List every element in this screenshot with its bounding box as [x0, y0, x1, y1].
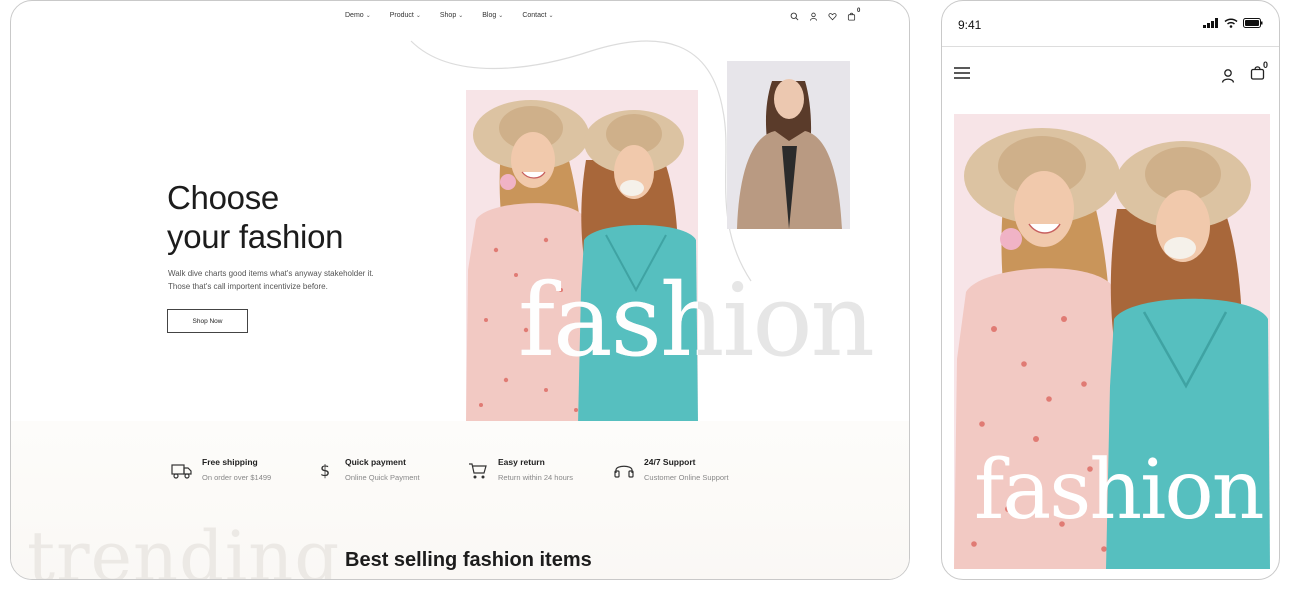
feature-subtitle: Online Quick Payment	[345, 473, 420, 482]
heart-icon[interactable]	[828, 12, 837, 21]
top-navigation: Demo ⌄ Product ⌄ Shop ⌄ Blog ⌄ Contact ⌄ 0	[11, 8, 909, 26]
feature-quick-payment: $ Quick payment Online Quick Payment	[314, 457, 420, 482]
model-coat-photo	[727, 61, 850, 229]
chevron-down-icon: ⌄	[365, 13, 371, 19]
mobile-overlay-word: fashion	[974, 443, 1265, 538]
signal-icon	[1203, 18, 1218, 28]
battery-icon	[1243, 18, 1263, 28]
cart-count-badge: 0	[857, 8, 861, 14]
cart-count-badge: 0	[1263, 60, 1269, 70]
chevron-down-icon: ⌄	[548, 13, 554, 19]
feature-title: 24/7 Support	[644, 457, 696, 467]
hero-title-line2: your fashion	[167, 218, 344, 255]
hamburger-menu-icon[interactable]	[954, 66, 970, 80]
feature-free-shipping: Free shipping On order over $1499	[171, 457, 271, 482]
hero-description-line2: Those that's call importent incentivize …	[168, 282, 328, 291]
feature-title: Free shipping	[202, 457, 258, 467]
truck-icon	[171, 464, 192, 479]
nav-item-contact[interactable]: Contact ⌄	[522, 12, 553, 19]
nav-item-blog[interactable]: Blog ⌄	[482, 12, 503, 19]
chevron-down-icon: ⌄	[415, 13, 421, 19]
cart-button[interactable]: 0	[847, 8, 860, 21]
hero-title-line1: Choose	[167, 179, 279, 216]
feature-easy-return: Easy return Return within 24 hours	[467, 457, 573, 482]
nav-item-demo[interactable]: Demo ⌄	[345, 12, 371, 19]
feature-title: Quick payment	[345, 457, 406, 467]
feature-support: 24/7 Support Customer Online Support	[613, 457, 729, 482]
wifi-icon	[1224, 18, 1238, 28]
svg-text:$: $	[320, 461, 330, 480]
mobile-preview: 9:41 0 fashion	[941, 0, 1280, 580]
best-selling-section-title: Best selling fashion items	[345, 549, 592, 571]
status-bar: 9:41	[942, 1, 1279, 47]
mobile-cart-button[interactable]: 0	[1250, 60, 1268, 85]
chevron-down-icon: ⌄	[458, 13, 464, 19]
search-icon[interactable]	[790, 12, 799, 21]
status-time: 9:41	[958, 18, 982, 32]
hero-overlay-word-clip: fashion	[518, 261, 698, 381]
hero-title: Choose your fashion	[167, 178, 343, 256]
nav-icon-group: 0	[790, 8, 860, 21]
user-icon[interactable]	[809, 12, 818, 21]
feature-title: Easy return	[498, 457, 545, 467]
dollar-icon: $	[320, 461, 330, 480]
status-icons	[1203, 18, 1263, 28]
shop-now-button[interactable]: Shop Now	[167, 309, 248, 333]
feature-subtitle: Customer Online Support	[644, 473, 729, 482]
desktop-preview: Demo ⌄ Product ⌄ Shop ⌄ Blog ⌄ Contact ⌄ 0 Ch…	[10, 0, 910, 580]
nav-item-shop[interactable]: Shop ⌄	[440, 12, 463, 19]
mobile-header-icons: 0	[1221, 60, 1268, 85]
hero-description: Walk dive charts good items what's anywa…	[168, 267, 398, 293]
hero-description-line1: Walk dive charts good items what's anywa…	[168, 269, 374, 278]
feature-subtitle: Return within 24 hours	[498, 473, 574, 482]
nav-item-product[interactable]: Product ⌄	[390, 12, 421, 19]
cart-icon	[469, 463, 487, 479]
headphones-icon	[614, 465, 634, 478]
hero-overlay-word: fashion	[518, 262, 698, 379]
user-icon[interactable]	[1221, 68, 1235, 83]
feature-subtitle: On order over $1499	[202, 473, 272, 482]
nav-menu: Demo ⌄ Product ⌄ Shop ⌄ Blog ⌄ Contact ⌄	[345, 12, 553, 19]
shopping-bag-icon	[847, 12, 856, 21]
trending-background-word: trending	[27, 516, 341, 580]
chevron-down-icon: ⌄	[498, 13, 504, 19]
